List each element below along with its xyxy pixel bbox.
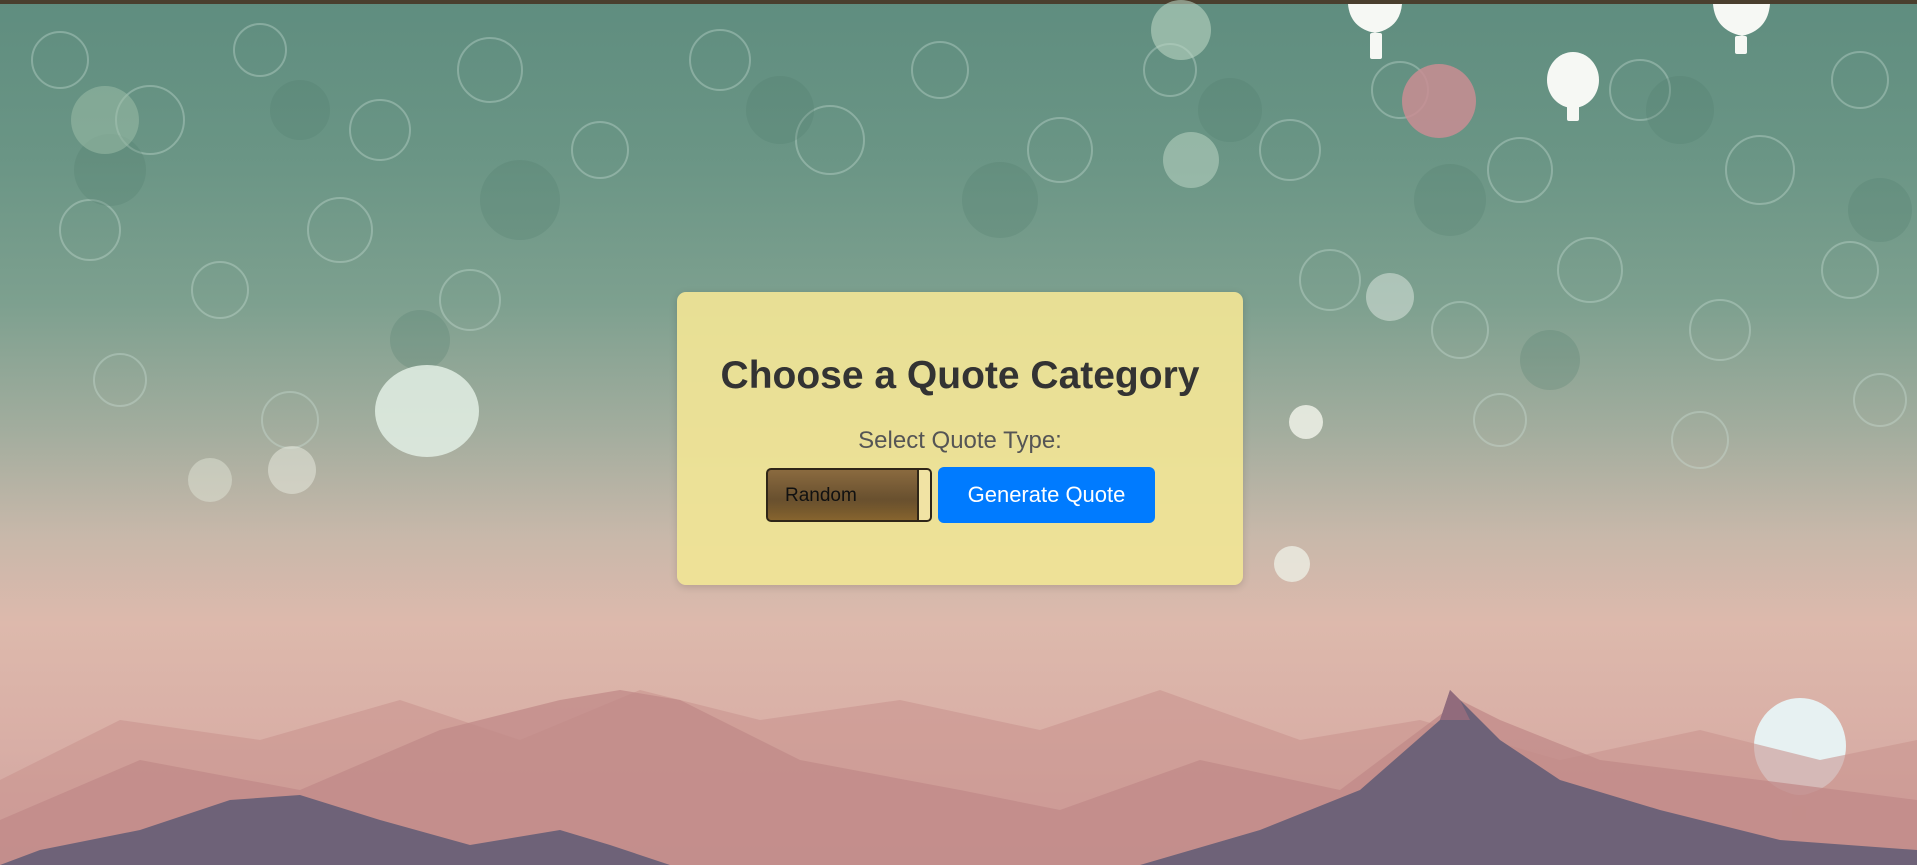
page-background: Choose a Quote Category Select Quote Typ… — [0, 0, 1917, 865]
balloon-icon — [1348, 4, 1402, 59]
select-dropdown-handle[interactable] — [917, 470, 930, 520]
controls-row: Random Generate Quote — [766, 467, 1155, 523]
quote-type-select[interactable]: Random — [766, 468, 932, 522]
page-title: Choose a Quote Category — [720, 354, 1200, 397]
select-quote-type-label: Select Quote Type: — [858, 427, 1062, 454]
balloon-icon — [1713, 4, 1770, 54]
quote-category-card: Choose a Quote Category Select Quote Typ… — [677, 292, 1243, 585]
balloon-icon — [1547, 52, 1599, 121]
generate-quote-button[interactable]: Generate Quote — [938, 467, 1155, 523]
quote-type-selected-value: Random — [785, 485, 857, 506]
